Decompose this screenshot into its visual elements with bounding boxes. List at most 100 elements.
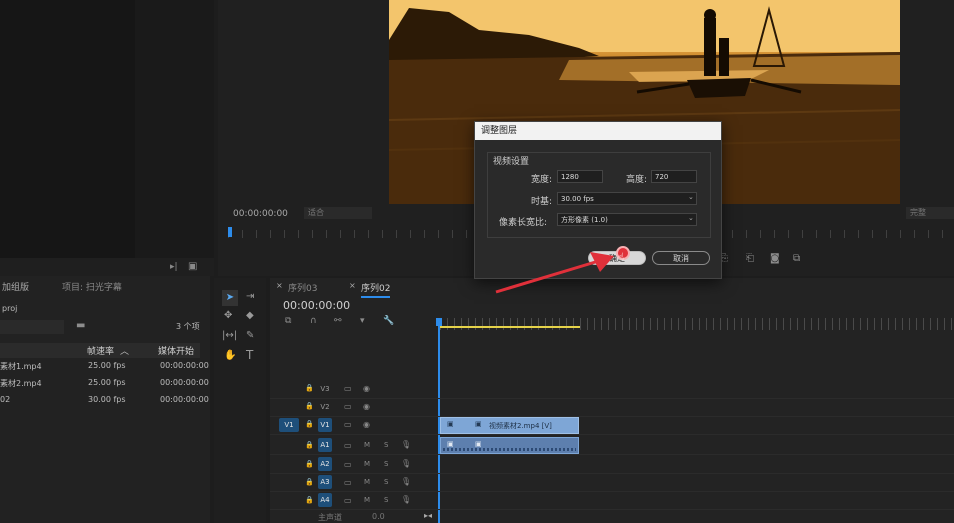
video-clip[interactable]: ▣ ▣ 视频素材2.mp4 [V] <box>440 417 579 434</box>
close-icon[interactable]: × <box>276 281 283 290</box>
chevron-down-icon[interactable]: ⌄ <box>688 214 694 222</box>
mute-button[interactable]: M <box>364 496 370 504</box>
toggle-sync-icon[interactable]: ▭ <box>344 460 352 469</box>
solo-button[interactable]: S <box>384 478 388 486</box>
track-label-a2[interactable]: A2 <box>318 457 332 471</box>
project-tab-effects[interactable]: 加组版 <box>2 280 29 293</box>
width-label: 宽度: <box>531 175 553 185</box>
height-label: 高度: <box>626 175 648 185</box>
lock-icon[interactable]: 🔒 <box>305 496 314 504</box>
list-item-fps: 25.00 fps <box>88 361 126 370</box>
list-item-name[interactable]: 素材2.mp4 <box>0 378 42 389</box>
timebase-select[interactable]: 30.00 fps <box>557 192 697 205</box>
fit-dropdown[interactable]: 适合 <box>304 207 372 219</box>
overwrite-icon[interactable]: ⎗ <box>746 253 754 264</box>
lock-icon[interactable]: 🔒 <box>305 441 314 449</box>
lock-icon[interactable]: 🔒 <box>305 460 314 468</box>
track-label-a4[interactable]: A4 <box>318 493 332 507</box>
media-start-column-header[interactable]: 媒体开始 <box>158 344 194 357</box>
track-select-icon[interactable]: ⇥ <box>246 291 254 302</box>
list-item-name[interactable]: 02 <box>0 395 10 404</box>
timeline-ruler[interactable] <box>440 318 954 330</box>
source-patch-v1[interactable]: V1 <box>279 418 299 432</box>
toggle-sync-icon[interactable]: ▭ <box>344 496 352 505</box>
fps-column-header[interactable]: 帧速率 <box>87 344 114 357</box>
mute-button[interactable]: M <box>364 478 370 486</box>
audio-clip[interactable]: ▣ ▣ <box>440 437 579 454</box>
list-item-name[interactable]: 素材1.mp4 <box>0 361 42 372</box>
nest-icon[interactable]: ⧉ <box>285 316 291 326</box>
toggle-output-icon[interactable]: ▭ <box>344 420 352 429</box>
lock-icon[interactable]: 🔒 <box>305 402 314 410</box>
track-label-a3[interactable]: A3 <box>318 475 332 489</box>
mic-icon[interactable]: 🎙 <box>401 477 411 486</box>
eye-icon[interactable]: ◉ <box>363 420 370 429</box>
tab-sequence02[interactable]: 序列02 <box>361 281 391 298</box>
toggle-output-icon[interactable]: ▭ <box>344 384 352 393</box>
lock-icon[interactable]: 🔒 <box>305 384 314 392</box>
eye-icon[interactable]: ◉ <box>363 402 370 411</box>
track-label-v1[interactable]: V1 <box>318 418 332 432</box>
export-frame-icon[interactable]: ▸| <box>170 262 178 272</box>
playhead-handle[interactable] <box>436 318 442 326</box>
razor-icon[interactable]: ◆ <box>246 310 254 321</box>
solo-button[interactable]: S <box>384 441 388 449</box>
track-v1 <box>270 416 954 435</box>
timebase-label: 时基: <box>531 197 553 207</box>
lock-icon[interactable]: 🔒 <box>305 420 314 428</box>
timeline-timecode[interactable]: 00:00:00:00 <box>283 299 350 312</box>
marker-icon[interactable]: ▾ <box>360 316 365 326</box>
audio-waveform <box>443 448 576 451</box>
track-label-v3[interactable]: V3 <box>318 382 332 396</box>
mute-button[interactable]: M <box>364 460 370 468</box>
snap-icon[interactable]: ∩ <box>310 316 317 326</box>
track-label-a1[interactable]: A1 <box>318 438 332 452</box>
mute-button[interactable]: M <box>364 441 370 449</box>
master-track-label: 主声道 <box>318 513 342 522</box>
toggle-sync-icon[interactable]: ▭ <box>344 478 352 487</box>
toggle-output-icon[interactable]: ▭ <box>344 402 352 411</box>
project-tab-project[interactable]: 项目: 扫光字幕 <box>62 280 122 293</box>
track-label-v2[interactable]: V2 <box>318 400 332 414</box>
go-to-end-icon[interactable]: ▸◂ <box>424 511 432 520</box>
pen-icon[interactable]: ✎ <box>246 330 254 341</box>
eye-icon[interactable]: ◉ <box>363 384 370 393</box>
mic-icon[interactable]: 🎙 <box>401 440 411 449</box>
folder-icon[interactable]: ▬ <box>76 320 85 331</box>
sort-chevron-icon[interactable]: ︿ <box>120 344 129 357</box>
camera-icon[interactable]: ◙ <box>770 253 780 264</box>
solo-button[interactable]: S <box>384 496 388 504</box>
master-track-value[interactable]: 0.0 <box>372 512 385 521</box>
cancel-button[interactable]: 取消 <box>652 251 710 265</box>
type-icon[interactable]: T <box>246 348 253 362</box>
hand-icon[interactable]: ✋ <box>224 350 236 361</box>
mic-icon[interactable]: 🎙 <box>401 495 411 504</box>
pixel-aspect-select[interactable]: 方形像素 (1.0) <box>557 213 697 226</box>
track-a4 <box>270 491 954 510</box>
chevron-down-icon[interactable]: ⌄ <box>688 193 694 201</box>
solo-button[interactable]: S <box>384 460 388 468</box>
settings-icon[interactable]: ▣ <box>188 261 197 272</box>
compare-icon[interactable]: ⧉ <box>793 253 800 264</box>
mic-icon[interactable]: 🎙 <box>401 459 411 468</box>
selection-tool-icon[interactable]: ➤ <box>222 290 238 306</box>
tab-sequence03[interactable]: 序列03 <box>288 281 317 294</box>
lock-icon[interactable]: 🔒 <box>305 478 314 486</box>
ripple-edit-icon[interactable]: ✥ <box>224 310 232 321</box>
fx-badge-icon: ▣ <box>447 440 454 448</box>
wrench-icon[interactable]: 🔧 <box>383 316 394 326</box>
playhead-marker[interactable] <box>228 227 232 237</box>
width-field[interactable]: 1280 <box>557 170 603 183</box>
close-icon[interactable]: × <box>349 281 356 290</box>
fx-badge-icon: ▣ <box>475 420 482 428</box>
program-timecode[interactable]: 00:00:00:00 <box>233 209 288 219</box>
source-monitor-view <box>0 0 135 258</box>
pixel-aspect-label: 像素长宽比: <box>499 218 548 228</box>
height-field[interactable]: 720 <box>651 170 697 183</box>
toggle-sync-icon[interactable]: ▭ <box>344 441 352 450</box>
full-dropdown[interactable]: 完整 <box>906 207 954 219</box>
project-search-input[interactable] <box>0 320 64 334</box>
slip-icon[interactable]: |↔| <box>222 330 237 341</box>
work-area-bar[interactable] <box>440 326 580 328</box>
linked-selection-icon[interactable]: ⚯ <box>334 316 342 326</box>
